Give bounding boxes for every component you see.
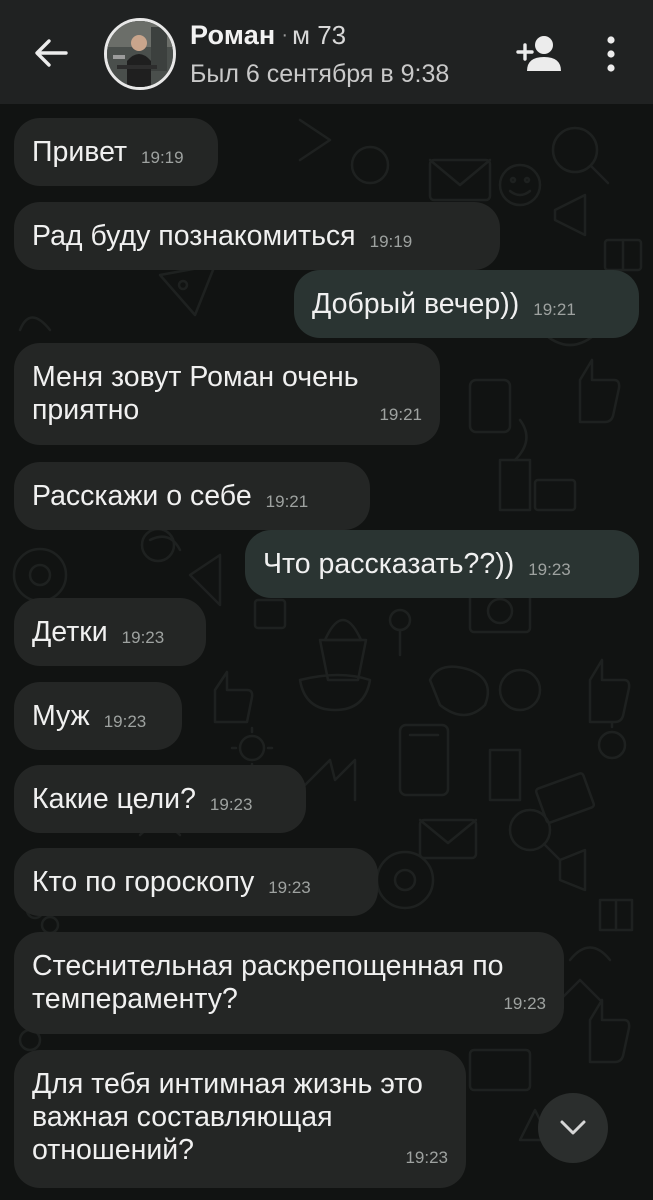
more-options-button[interactable] (596, 32, 626, 76)
message-text: Стеснительная раскрепощенная по темперам… (32, 950, 504, 1015)
message-bubble-incoming[interactable]: Привет 19:19 (14, 118, 218, 186)
message-text: Кто по гороскопу (32, 866, 255, 898)
message-bubble-outgoing[interactable]: Что рассказать??)) 19:23 (245, 530, 639, 598)
chat-header: Роман · м 73 Был 6 сентября в 9:38 (0, 0, 653, 104)
message-text: Какие цели? (32, 783, 196, 815)
contact-meta: м 73 (292, 20, 347, 50)
message-bubble-incoming[interactable]: Меня зовут Роман очень приятно 19:21 (14, 343, 440, 445)
message-time: 19:21 (265, 492, 309, 511)
message-text: Добрый вечер)) (312, 288, 520, 320)
message-time: 19:23 (503, 994, 546, 1013)
last-seen-status: Был 6 сентября в 9:38 (190, 60, 450, 88)
message-text: Расскажи о себе (32, 480, 252, 512)
contact-avatar[interactable] (104, 18, 176, 90)
avatar-photo (107, 21, 173, 87)
message-bubble-incoming[interactable]: Детки 19:23 (14, 598, 206, 666)
message-time: 19:23 (103, 712, 147, 731)
message-time: 19:23 (268, 878, 311, 897)
message-time: 19:21 (533, 300, 576, 319)
chevron-down-icon (560, 1120, 586, 1135)
message-bubble-incoming[interactable]: Расскажи о себе 19:21 (14, 462, 370, 530)
message-text: Что рассказать??)) (263, 548, 515, 580)
arrow-left-icon (35, 39, 68, 67)
message-bubble-incoming[interactable]: Какие цели? 19:23 (14, 765, 306, 833)
message-bubble-incoming[interactable]: Кто по гороскопу 19:23 (14, 848, 378, 916)
message-text: Детки (32, 616, 108, 648)
message-bubble-incoming[interactable]: Муж 19:23 (14, 682, 182, 750)
message-bubble-incoming[interactable]: Рад буду познакомиться 19:19 (14, 202, 500, 270)
message-time: 19:23 (121, 628, 165, 647)
name-separator: · (281, 24, 289, 46)
message-time: 19:19 (369, 232, 413, 251)
message-text: Рад буду познакомиться (32, 220, 356, 252)
message-time: 19:23 (405, 1148, 448, 1167)
add-friend-button[interactable] (514, 32, 562, 76)
message-time: 19:23 (209, 795, 253, 814)
message-text: Муж (32, 700, 90, 732)
message-time: 19:21 (379, 405, 422, 424)
message-time: 19:19 (141, 148, 184, 167)
message-text: Привет (32, 136, 128, 168)
contact-info[interactable]: Роман · м 73 Был 6 сентября в 9:38 (190, 20, 490, 89)
message-time: 19:23 (528, 560, 571, 579)
scroll-to-bottom-button[interactable] (538, 1093, 608, 1163)
contact-name: Роман (190, 20, 276, 50)
message-bubble-incoming[interactable]: Для тебя интимная жизнь это важная соста… (14, 1050, 466, 1188)
message-text: Для тебя интимная жизнь это важная соста… (32, 1068, 423, 1166)
back-button[interactable] (26, 28, 76, 78)
message-bubble-incoming[interactable]: Стеснительная раскрепощенная по темперам… (14, 932, 564, 1034)
add-person-icon (516, 36, 561, 71)
message-bubble-outgoing[interactable]: Добрый вечер)) 19:21 (294, 270, 639, 338)
message-list[interactable]: Привет 19:19 Рад буду познакомиться 19:19 … (0, 0, 653, 1200)
message-text: Меня зовут Роман очень приятно (32, 361, 359, 426)
more-vertical-icon (607, 36, 615, 72)
